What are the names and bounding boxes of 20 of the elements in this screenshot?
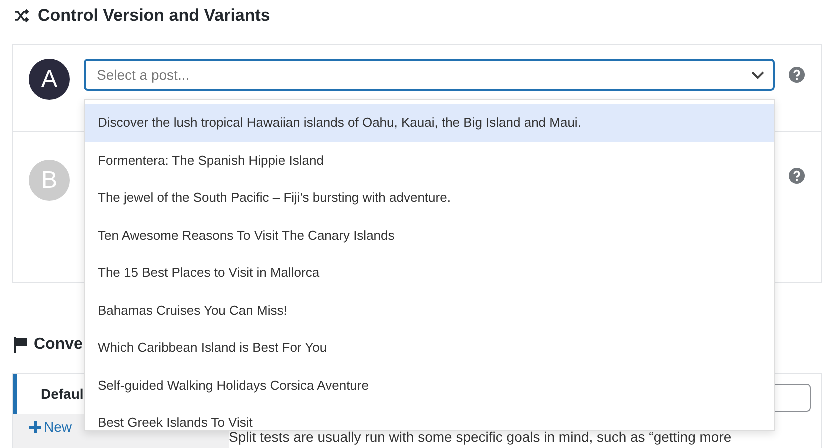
section-title: Conve (34, 336, 83, 354)
dropdown-option[interactable]: Which Caribbean Island is Best For You (85, 329, 774, 366)
chevron-down-icon (751, 71, 765, 80)
dropdown-option[interactable]: Bahamas Cruises You Can Miss! (85, 292, 774, 329)
section-title: Control Version and Variants (38, 6, 270, 26)
post-select[interactable]: Select a post... (84, 59, 775, 91)
description-text: Split tests are usually run with some specific goals in mind, such as “getting more (229, 430, 733, 445)
dropdown-option[interactable]: The 15 Best Places to Visit in Mallorca (85, 254, 774, 292)
variant-avatar: A (29, 59, 70, 100)
shuffle-icon (14, 9, 30, 23)
dropdown-option[interactable]: Formentera: The Spanish Hippie Island (85, 142, 774, 179)
new-goal-button[interactable]: New (29, 414, 72, 435)
dropdown-option[interactable]: The jewel of the South Pacific – Fiji's bursting with adventure. (85, 179, 774, 216)
dropdown-option[interactable]: Best Greek Islands To Visit (85, 404, 774, 430)
help-icon[interactable] (789, 67, 805, 83)
flag-icon (14, 337, 28, 353)
help-icon[interactable] (789, 168, 805, 184)
dropdown-option[interactable]: Self-guided Walking Holidays Corsica Aventure (85, 366, 774, 404)
dropdown-option[interactable]: Discover the lush tropical Hawaiian islands of Oahu, Kauai, the Big Island and Maui. (85, 104, 774, 142)
dropdown-option[interactable]: Ten Awesome Reasons To Visit The Canary Islands (85, 216, 774, 254)
